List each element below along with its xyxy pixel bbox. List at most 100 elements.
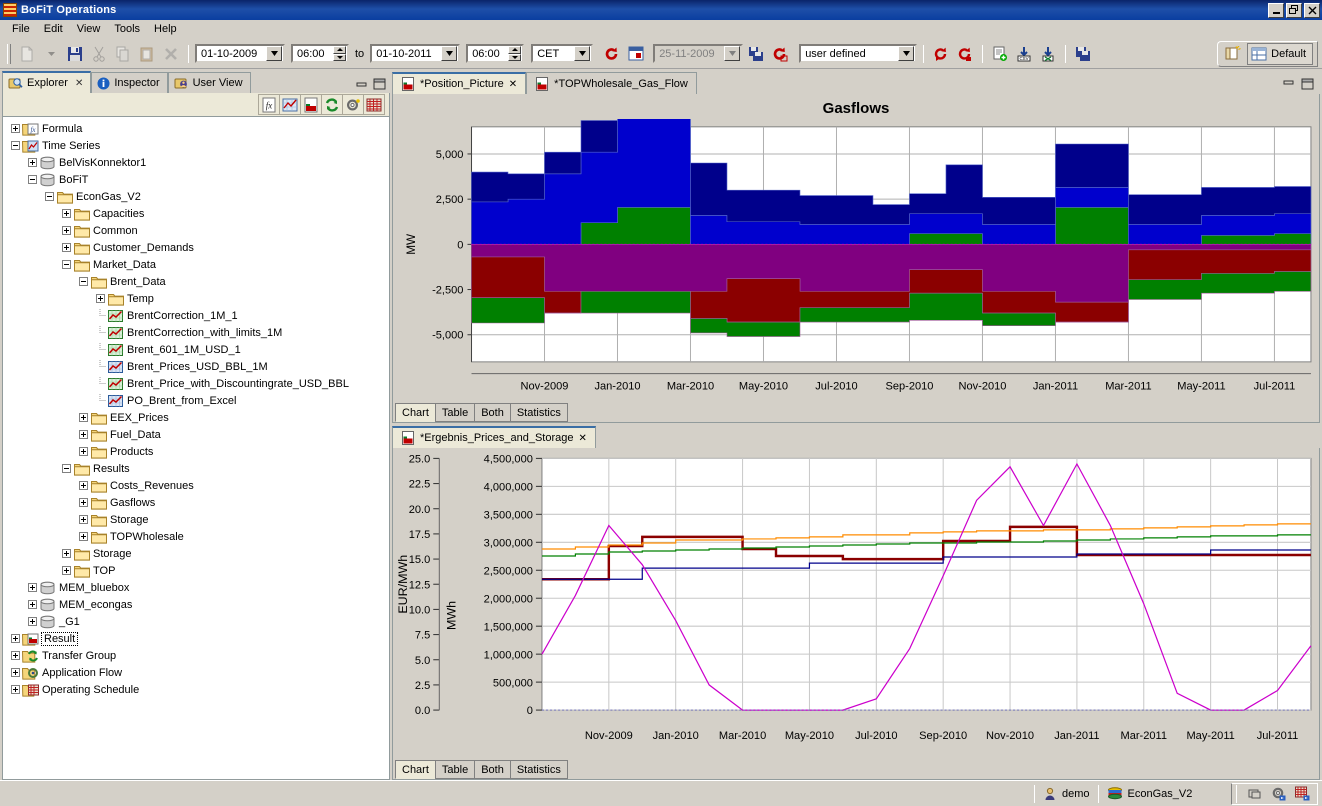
save-copy-icon[interactable] (745, 43, 767, 65)
expand-icon[interactable] (77, 479, 90, 492)
time-to-input[interactable]: 06:00 (466, 44, 525, 63)
tab-topwholesale-gas-flow[interactable]: *TOPWholesale_Gas_Flow (526, 72, 697, 94)
expand-icon[interactable] (26, 156, 39, 169)
editor-top-panel-buttons[interactable] (1282, 78, 1314, 90)
expand-icon[interactable] (77, 411, 90, 424)
gasflows-plot[interactable]: 5,000 2,500 0 -2,500 -5,000 MW Nov-2009 Jan-201… (393, 119, 1319, 403)
tree-item[interactable]: Common (3, 222, 389, 239)
refresh-red-icon[interactable] (601, 43, 623, 65)
tree-item[interactable]: Fuel_Data (3, 426, 389, 443)
tree-item[interactable]: MEM_bluebox (3, 579, 389, 596)
collapse-icon[interactable] (43, 190, 56, 203)
save-all-icon[interactable] (1072, 43, 1094, 65)
calendar-icon[interactable] (625, 43, 647, 65)
tab-ergebnis-prices-and-storage[interactable]: *Ergebnis_Prices_and_Storage ✕ (392, 426, 596, 448)
tab-inspector[interactable]: Inspector (91, 72, 168, 93)
maximize-panel-icon[interactable] (373, 78, 386, 90)
tree-item[interactable]: Transfer Group (3, 647, 389, 664)
tree-item[interactable]: BrentCorrection_with_limits_1M (3, 324, 389, 341)
expand-icon[interactable] (26, 615, 39, 628)
collapse-icon[interactable] (60, 462, 73, 475)
menu-item-tools[interactable]: Tools (107, 21, 147, 37)
copy-icon[interactable] (112, 43, 134, 65)
collapse-icon[interactable] (77, 275, 90, 288)
prices-tab-chart[interactable]: Chart (395, 760, 436, 779)
result-icon[interactable] (300, 94, 322, 115)
tree-item[interactable]: TOPWholesale (3, 528, 389, 545)
expand-icon[interactable] (60, 241, 73, 254)
interval-mode-select[interactable]: user defined (799, 44, 918, 63)
schedule-run-icon[interactable] (1293, 784, 1313, 804)
tree-item[interactable]: Brent_601_1M_USD_1 (3, 341, 389, 358)
tree-item[interactable]: Costs_Revenues (3, 477, 389, 494)
status-database[interactable]: EconGas_V2 (1107, 786, 1192, 801)
collapse-icon[interactable] (9, 139, 22, 152)
restore-icon[interactable] (1286, 2, 1302, 18)
tab-user-view[interactable]: User View (167, 72, 251, 93)
tree-item[interactable]: _G1 (3, 613, 389, 630)
expand-icon[interactable] (77, 530, 90, 543)
tree-item[interactable]: EEX_Prices (3, 409, 389, 426)
expand-icon[interactable] (60, 547, 73, 560)
expand-icon[interactable] (9, 666, 22, 679)
gasflows-tab-both[interactable]: Both (474, 403, 511, 422)
recalc-all-icon[interactable] (954, 43, 976, 65)
expand-icon[interactable] (9, 649, 22, 662)
gasflows-tab-statistics[interactable]: Statistics (509, 403, 568, 422)
tree-item[interactable]: Operating Schedule (3, 681, 389, 698)
tree-item[interactable]: BrentCorrection_1M_1 (3, 307, 389, 324)
menu-item-help[interactable]: Help (147, 21, 184, 37)
tree-item[interactable]: Storage (3, 511, 389, 528)
chevron-down-icon[interactable] (266, 46, 282, 61)
time-from-stepper[interactable] (333, 46, 346, 61)
tree-item[interactable]: Application Flow (3, 664, 389, 681)
settings-run-icon[interactable] (1269, 784, 1289, 804)
delete-icon[interactable] (160, 43, 182, 65)
menu-item-file[interactable]: File (5, 21, 37, 37)
export-csv-icon[interactable]: CSV (1013, 43, 1035, 65)
tree-item[interactable]: Capacities (3, 205, 389, 222)
timezone-select[interactable]: CET (531, 44, 594, 63)
tree-item[interactable]: MEM_econgas (3, 596, 389, 613)
prices-tab-both[interactable]: Both (474, 760, 511, 779)
settings-gear-icon[interactable] (342, 94, 364, 115)
prices-tab-table[interactable]: Table (434, 760, 476, 779)
dropdown-arrow-icon[interactable] (40, 43, 62, 65)
window-controls[interactable] (1268, 2, 1320, 18)
expand-icon[interactable] (9, 683, 22, 696)
tab-explorer[interactable]: Explorer ✕ (2, 71, 92, 93)
formula-icon[interactable]: fx (258, 94, 280, 115)
tree-item[interactable]: Market_Data (3, 256, 389, 273)
prices-tab-statistics[interactable]: Statistics (509, 760, 568, 779)
expand-icon[interactable] (26, 581, 39, 594)
paste-icon[interactable] (136, 43, 158, 65)
minimize-icon[interactable] (1268, 2, 1284, 18)
tree-item[interactable]: Temp (3, 290, 389, 307)
close-icon[interactable]: ✕ (75, 78, 83, 89)
expand-icon[interactable] (9, 632, 22, 645)
expand-icon[interactable] (77, 496, 90, 509)
recalc-icon[interactable] (930, 43, 952, 65)
tree-item[interactable]: Gasflows (3, 494, 389, 511)
expand-icon[interactable] (60, 224, 73, 237)
expand-icon[interactable] (94, 292, 107, 305)
reference-date-input[interactable]: 25-11-2009 (653, 44, 744, 63)
prices-storage-plot[interactable]: 0.0 2.5 5.0 7.5 10.0 12.5 15.0 17.5 20.0 22.5 25.0… (393, 448, 1319, 760)
tree-item[interactable]: fx Formula (3, 120, 389, 137)
menu-item-view[interactable]: View (70, 21, 108, 37)
operating-schedule-icon[interactable] (363, 94, 385, 115)
toolbar-grip[interactable] (7, 43, 11, 64)
minimize-panel-icon[interactable] (1282, 78, 1295, 90)
tree-item[interactable]: Time Series (3, 137, 389, 154)
time-to-stepper[interactable] (508, 46, 522, 61)
date-from-input[interactable]: 01-10-2009 (195, 44, 285, 63)
gasflows-tab-table[interactable]: Table (434, 403, 476, 422)
expand-icon[interactable] (77, 428, 90, 441)
tree-item[interactable]: TOP (3, 562, 389, 579)
layout-icon[interactable] (1245, 784, 1265, 804)
explorer-tree[interactable]: fx Formula Time Series BelVisKonnektor1 BoFi… (2, 117, 390, 780)
tree-item[interactable]: Brent_Prices_USD_BBL_1M (3, 358, 389, 375)
time-from-input[interactable]: 06:00 (291, 44, 349, 63)
chevron-down-icon[interactable] (574, 46, 591, 61)
cut-icon[interactable] (88, 43, 110, 65)
